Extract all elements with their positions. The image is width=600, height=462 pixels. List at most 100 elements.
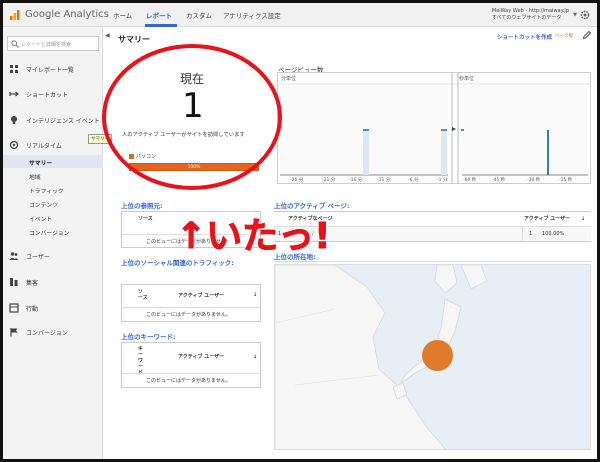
sort-arrow-icon[interactable]: ↓ — [581, 216, 585, 222]
x-tick: -6 分 — [408, 176, 419, 183]
social-title: 上位のソーシャル関連のトラフィック: — [121, 259, 234, 267]
pencil-icon[interactable] — [582, 30, 592, 40]
top-bar: Google Analytics ホーム レポート カスタム アナリティクス設定… — [3, 3, 597, 27]
sidebar-sub-label: イベント — [29, 217, 53, 223]
sidebar-item-conversions[interactable]: コンバージョン — [3, 325, 103, 339]
x-tick: -16 分 — [349, 176, 363, 183]
row-divider — [122, 307, 260, 308]
keywords-table: キーワード アクティブ ユーザー ↓ このビューにはデータがありません。 — [121, 342, 261, 388]
gear-icon[interactable] — [579, 9, 591, 21]
minute-highlight-bar — [441, 130, 447, 175]
minute-highlight-bar — [363, 130, 369, 175]
behavior-icon — [9, 303, 19, 313]
x-tick: -11 分 — [377, 176, 391, 183]
x-tick: -60 秒 — [463, 176, 477, 183]
x-tick: -21 分 — [322, 176, 336, 183]
column-header: アクティブ ユーザー — [178, 354, 225, 360]
row-count: 1 — [529, 231, 533, 237]
analytics-logo-icon — [10, 10, 20, 20]
brand-name: Google Analytics — [25, 9, 109, 20]
sidebar-sub-content[interactable]: コンテンツ — [3, 197, 103, 210]
tab-admin[interactable]: アナリティクス設定 — [223, 10, 281, 20]
lightbulb-icon — [11, 116, 17, 124]
sidebar-sub-label: 地域 — [29, 175, 41, 181]
cell-divider — [522, 227, 523, 241]
sidebar-sub-label: コンテンツ — [29, 203, 58, 209]
account-view: すべてのウェブサイトのデータ — [491, 15, 562, 21]
beta-badge: ベータ版 — [555, 34, 573, 39]
sidebar-item-behavior[interactable]: 行動 — [3, 301, 103, 315]
account-selector[interactable]: MeiWay Web - http://maiway.jp すべてのウェブサイト… — [492, 8, 569, 22]
row-divider — [122, 373, 260, 374]
search-input[interactable]: レポートと詳細を検索 — [7, 36, 99, 51]
tab-home[interactable]: ホーム — [113, 10, 132, 20]
sidebar-item-label: コンバージョン — [26, 330, 68, 337]
x-tick: -1 分 — [437, 176, 448, 183]
tab-reports[interactable]: レポート — [146, 10, 172, 20]
location-marker[interactable] — [422, 340, 453, 371]
column-header: アクティブ ユーザー — [178, 293, 225, 299]
flag-icon — [10, 328, 18, 337]
sidebar-item-label: リアルタイム — [26, 143, 62, 150]
column-header: アクティブ ユーザー — [524, 216, 571, 222]
social-table: ソース アクティブ ユーザー ↓ このビューにはデータがありません。 — [121, 284, 261, 322]
x-tick: -45 秒 — [492, 176, 506, 183]
chevron-down-icon[interactable]: ▼ — [573, 12, 577, 18]
chevron-right-icon[interactable] — [452, 127, 456, 131]
search-placeholder: レポートと詳細を検索 — [21, 42, 72, 48]
sidebar-sub-label: コンバージョン — [29, 231, 70, 237]
sidebar-sub-label: トラフィック — [29, 189, 64, 195]
acquisition-icon — [10, 278, 18, 286]
x-tick: -26 分 — [290, 176, 304, 183]
row-percent: 100.00% — [542, 231, 565, 237]
column-header: キーワード — [138, 346, 144, 376]
x-tick: -30 秒 — [527, 176, 541, 183]
page-title: サマリー — [118, 35, 150, 44]
users-icon — [9, 252, 19, 260]
second-bar — [461, 129, 464, 131]
sidebar-item-intelligence[interactable]: インテリジェンス イベント — [3, 113, 103, 127]
sidebar-item-label: インテリジェンス イベント — [26, 118, 100, 125]
realtime-icon — [9, 140, 19, 150]
sidebar-item-audience[interactable]: ユーザー — [3, 249, 103, 263]
red-circle-annotation — [102, 44, 282, 190]
sidebar-item-label: 集客 — [26, 280, 39, 287]
sidebar-item-acquisition[interactable]: 集客 — [3, 275, 103, 289]
shortcut-arrow-icon — [9, 91, 19, 97]
section-divider — [274, 261, 591, 262]
sidebar-sub-conversions[interactable]: コンバージョン — [3, 225, 103, 238]
column-header: ソース — [138, 216, 153, 222]
empty-message: このビューにはデータがありません。 — [146, 378, 231, 384]
sidebar-sub-summary[interactable]: サマリー — [3, 155, 103, 168]
sidebar-item-label: ユーザー — [26, 254, 50, 261]
account-name: MeiWay Web - http://maiway.jp — [491, 8, 569, 14]
sidebar-item-label: マイレポート一覧 — [26, 67, 75, 74]
minute-bar — [363, 129, 369, 131]
referrals-title: 上位の参照元: — [121, 202, 163, 210]
sidebar-item-label: 行動 — [26, 306, 39, 313]
tab-custom[interactable]: カスタム — [186, 10, 212, 20]
sidebar-item-shortcuts[interactable]: ショートカット — [3, 87, 103, 101]
sidebar-sub-label: サマリー — [29, 161, 53, 167]
pageviews-plot: -26 分 -21 分 -16 分 -11 分 -6 分 -1 分 -60 秒 … — [277, 72, 591, 184]
sidebar-item-label: ショートカット — [26, 92, 69, 99]
column-header: ソース — [138, 289, 148, 301]
sidebar-sub-locations[interactable]: 地域 — [3, 169, 103, 182]
empty-message: このビューにはデータがありません。 — [146, 312, 231, 318]
x-tick: -15 秒 — [559, 176, 573, 183]
sort-arrow-icon[interactable]: ↓ — [253, 354, 257, 360]
sidebar-item-my-reports[interactable]: マイレポート一覧 — [3, 62, 103, 76]
sidebar-sub-traffic[interactable]: トラフィック — [3, 183, 103, 196]
grid-icon — [10, 65, 18, 73]
active-tab-indicator — [145, 24, 177, 27]
minute-bar — [441, 129, 447, 131]
handwritten-annotation: ↑いたっ! — [176, 216, 332, 258]
sort-arrow-icon[interactable]: ↓ — [253, 292, 257, 298]
second-bar — [547, 130, 549, 175]
sidebar: レポートと詳細を検索 マイレポート一覧 ショートカット インテリジェンス イベン… — [3, 27, 103, 459]
create-shortcut-link[interactable]: ショートカットを作成 — [497, 33, 552, 41]
sidebar-sub-events[interactable]: イベント — [3, 211, 103, 224]
keywords-title: 上位のキーワード: — [121, 333, 176, 341]
search-icon — [11, 40, 19, 48]
collapse-sidebar-icon[interactable]: ◀ — [105, 32, 110, 39]
